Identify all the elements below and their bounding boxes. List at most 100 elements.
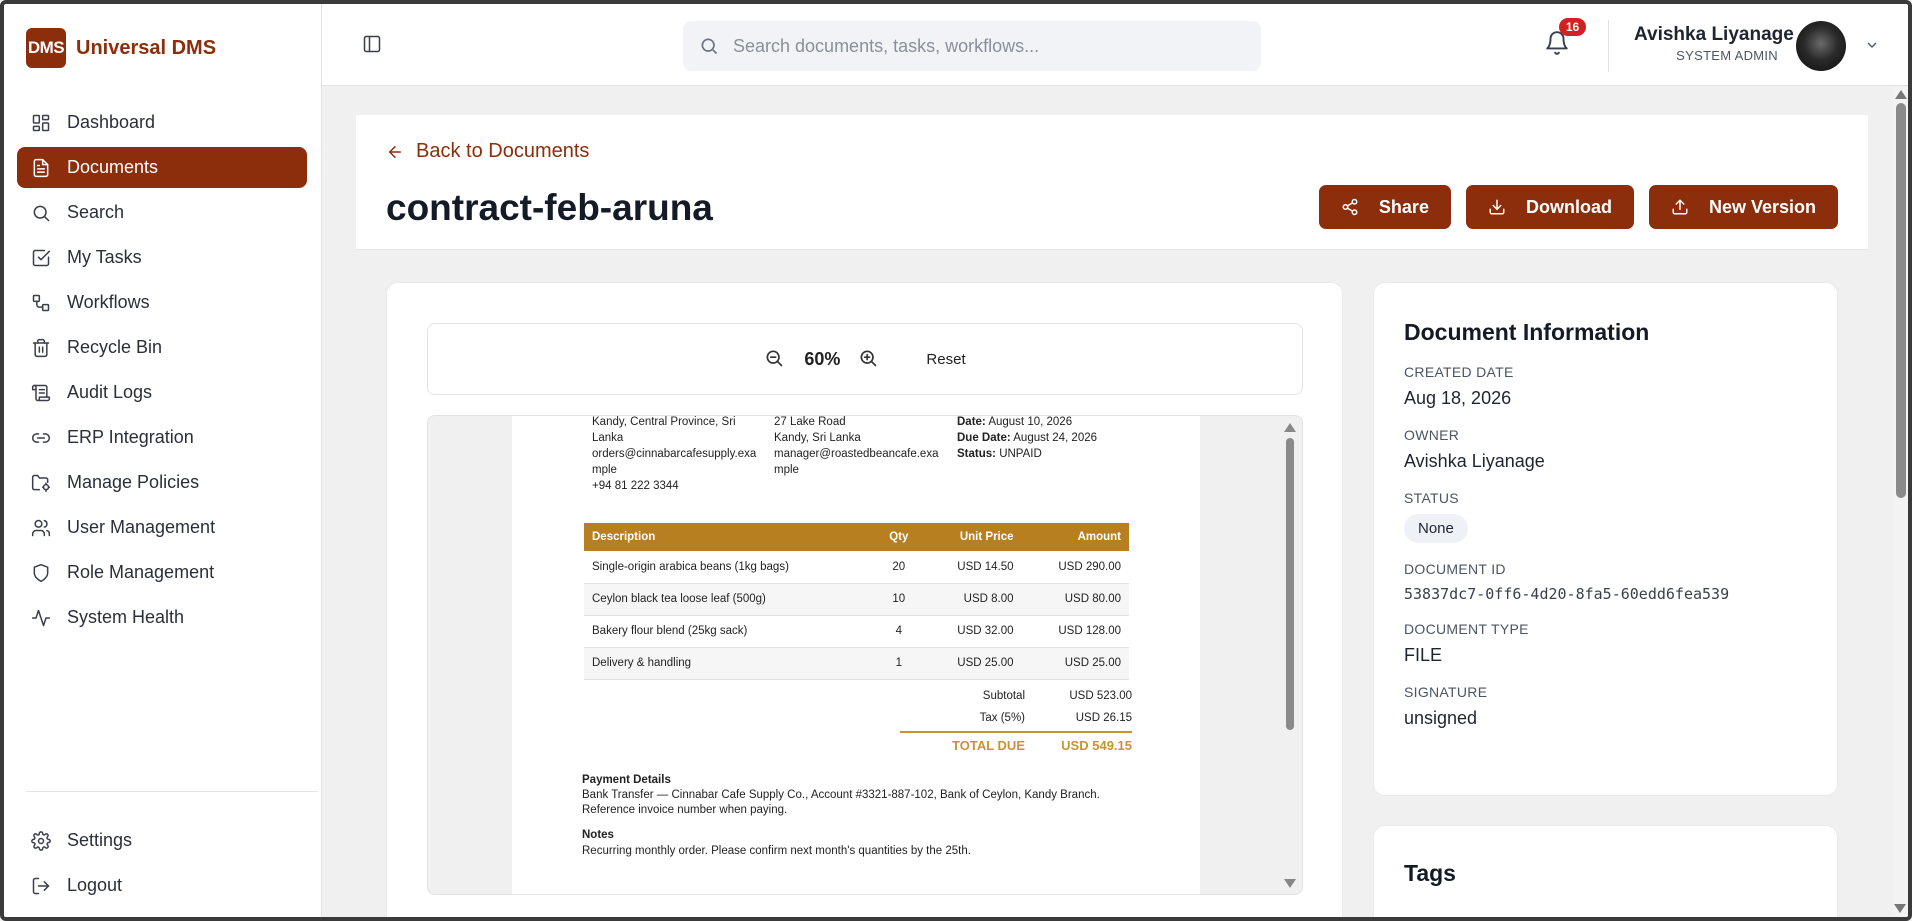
brand[interactable]: DMS Universal DMS: [26, 28, 216, 68]
user-info[interactable]: Avishka Liyanage SYSTEM ADMIN: [1634, 24, 1794, 63]
address-line: Kandy, Central Province, Sri: [592, 416, 736, 428]
invoice-line-items: Description Qty Unit Price Amount Single…: [584, 523, 1129, 680]
sidebar-item-my-tasks[interactable]: My Tasks: [17, 237, 307, 278]
folder-settings-icon: [31, 474, 51, 492]
document-type-label: DOCUMENT TYPE: [1404, 621, 1529, 637]
back-to-documents-link[interactable]: Back to Documents: [386, 140, 589, 163]
global-search[interactable]: [683, 21, 1261, 71]
scroll-down-arrow[interactable]: [1894, 904, 1906, 913]
total-due-value: USD 549.15: [1061, 737, 1132, 753]
document-viewer: 60% Reset Kandy, Central Province, Sri L…: [386, 282, 1343, 917]
sidebar-item-label: Documents: [67, 157, 159, 177]
sidebar-item-settings[interactable]: Settings: [17, 820, 307, 861]
reset-zoom-button[interactable]: Reset: [926, 351, 965, 368]
zoom-in-button[interactable]: [858, 348, 880, 370]
tags-panel: Tags: [1373, 825, 1838, 917]
subtotal-label: Subtotal: [982, 690, 1025, 702]
user-role: SYSTEM ADMIN: [1676, 48, 1778, 63]
address-line: 27 Lake Road: [774, 416, 846, 428]
page-scrollbar[interactable]: [1893, 87, 1908, 917]
document-preview[interactable]: Kandy, Central Province, Sri Lanka order…: [427, 415, 1303, 895]
column-header: Unit Price: [922, 523, 1022, 551]
sidebar-item-system-health[interactable]: System Health: [17, 597, 307, 638]
owner-label: OWNER: [1404, 427, 1460, 443]
sidebar-item-recycle-bin[interactable]: Recycle Bin: [17, 327, 307, 368]
page-title: contract-feb-aruna: [386, 187, 713, 228]
sidebar-item-label: Logout: [67, 875, 123, 895]
sidebar-item-label: Audit Logs: [67, 382, 153, 402]
scroll-up-arrow[interactable]: [1284, 423, 1296, 432]
scroll-thumb[interactable]: [1895, 103, 1906, 498]
scroll-up-arrow[interactable]: [1894, 90, 1907, 99]
scroll-icon: [31, 384, 51, 401]
topbar-divider: [1608, 20, 1609, 72]
avatar[interactable]: [1796, 21, 1846, 71]
payment-details: Payment Details Bank Transfer — Cinnabar…: [582, 773, 1100, 818]
sidebar-item-role-management[interactable]: Role Management: [17, 552, 307, 593]
created-date-value: Aug 18, 2026: [1404, 388, 1512, 408]
address-line: mple: [592, 464, 617, 476]
sidebar: DMS Universal DMS Dashboard Documents Se…: [4, 4, 322, 917]
gear-icon: [31, 830, 51, 851]
zoom-out-button[interactable]: [764, 348, 786, 370]
meta-label: Due Date:: [957, 432, 1011, 444]
sidebar-item-label: User Management: [67, 517, 216, 537]
sidebar-item-user-management[interactable]: User Management: [17, 507, 307, 548]
sidebar-item-label: System Health: [67, 607, 185, 627]
table-cell: USD 32.00: [922, 615, 1022, 648]
meta-value: August 10, 2026: [988, 416, 1073, 428]
sidebar-toggle-button[interactable]: [362, 34, 382, 54]
zoom-out-icon: [766, 350, 783, 367]
sidebar-item-label: Recycle Bin: [67, 337, 163, 357]
table-cell: 10: [874, 583, 923, 616]
logout-icon: [32, 877, 50, 894]
table-row: Bakery flour blend (25kg sack) 4 USD 32.…: [584, 615, 1129, 648]
invoice-notes: Notes Recurring monthly order. Please co…: [582, 828, 971, 859]
sidebar-item-documents[interactable]: Documents: [17, 147, 307, 188]
invoice-meta: Date: August 10, 2026 Due Date: August 2…: [957, 416, 1097, 462]
preview-scrollbar[interactable]: [1284, 420, 1296, 890]
download-button[interactable]: Download: [1465, 185, 1634, 229]
total-due-row: TOTAL DUE USD 549.15: [900, 731, 1132, 753]
sidebar-item-manage-policies[interactable]: Manage Policies: [17, 462, 307, 503]
scroll-thumb[interactable]: [1286, 438, 1294, 730]
table-cell: 4: [874, 615, 923, 648]
grid-icon: [32, 114, 50, 131]
activity-icon: [31, 609, 51, 626]
payment-line: Reference invoice number when paying.: [582, 804, 788, 816]
sidebar-item-label: ERP Integration: [67, 427, 194, 447]
chevron-down-icon: [1867, 42, 1877, 48]
tax-label: Tax (5%): [979, 712, 1025, 724]
document-id-value: 53837dc7-0ff6-4d20-8fa5-60edd6fea539: [1404, 585, 1730, 603]
sidebar-divider: [26, 791, 318, 792]
notes-line: Recurring monthly order. Please confirm …: [582, 845, 971, 857]
share-button-label: Share: [1378, 196, 1429, 217]
status-label: STATUS: [1404, 490, 1459, 506]
user-menu-toggle[interactable]: [1864, 37, 1880, 53]
sidebar-nav: Dashboard Documents Search My Tasks Work…: [17, 102, 307, 642]
zoom-level: 60%: [804, 348, 841, 369]
share-icon: [1342, 198, 1358, 216]
sidebar-item-dashboard[interactable]: Dashboard: [17, 102, 307, 143]
new-version-button[interactable]: New Version: [1648, 185, 1838, 229]
sidebar-item-logout[interactable]: Logout: [17, 865, 307, 906]
back-link-label: Back to Documents: [416, 140, 590, 162]
sidebar-item-audit-logs[interactable]: Audit Logs: [17, 372, 307, 413]
scroll-down-arrow[interactable]: [1284, 879, 1296, 888]
total-due-label: TOTAL DUE: [952, 737, 1025, 753]
invoice-to-address: 27 Lake Road Kandy, Sri Lanka manager@ro…: [774, 416, 938, 478]
search-input[interactable]: [733, 35, 1233, 57]
download-icon: [1489, 199, 1505, 215]
sidebar-item-erp-integration[interactable]: ERP Integration: [17, 417, 307, 458]
sidebar-item-workflows[interactable]: Workflows: [17, 282, 307, 323]
table-cell: USD 25.00: [922, 647, 1022, 680]
invoice-page: Kandy, Central Province, Sri Lanka order…: [512, 416, 1200, 894]
table-cell: 20: [874, 551, 923, 584]
table-header-row: Description Qty Unit Price Amount: [584, 523, 1129, 551]
sidebar-item-search[interactable]: Search: [17, 192, 307, 233]
sidebar-item-label: My Tasks: [67, 247, 142, 267]
share-button[interactable]: Share: [1318, 185, 1451, 229]
search-icon: [701, 38, 718, 55]
owner-value: Avishka Liyanage: [1404, 451, 1545, 471]
tax-value: USD 26.15: [1075, 712, 1132, 724]
